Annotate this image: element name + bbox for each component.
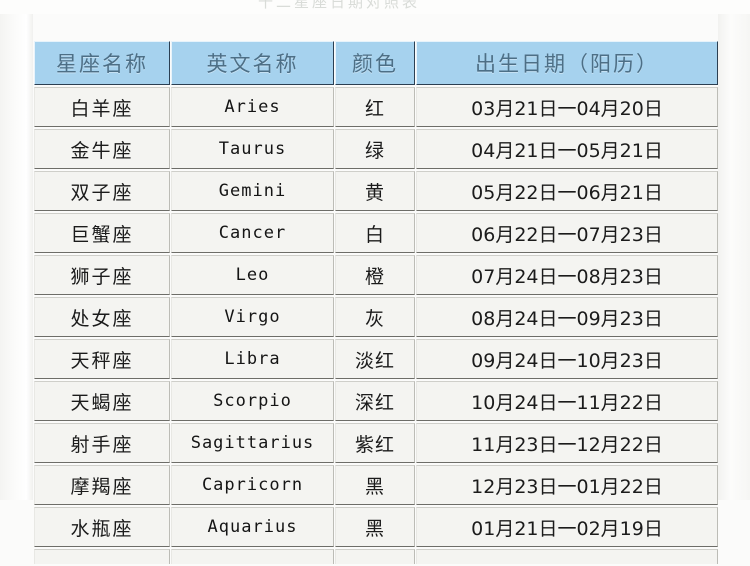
- clipped-title-text: 十二星座日期对照表: [258, 0, 421, 11]
- cell-clipped: [416, 549, 718, 564]
- cell-color: 黄: [335, 171, 415, 211]
- table-row: 处女座 Virgo 灰 08月24日一09月23日: [34, 297, 718, 337]
- table-row: 巨蟹座 Cancer 白 06月22日一07月23日: [34, 213, 718, 253]
- cell-cn-name: 金牛座: [34, 129, 170, 169]
- table-row: 金牛座 Taurus 绿 04月21日一05月21日: [34, 129, 718, 169]
- table-row: 水瓶座 Aquarius 黑 01月21日一02月19日: [34, 507, 718, 547]
- cell-en-name: Aries: [171, 87, 334, 127]
- cell-color: 橙: [335, 255, 415, 295]
- table-row: 狮子座 Leo 橙 07月24日一08月23日: [34, 255, 718, 295]
- cell-en-name: Sagittarius: [171, 423, 334, 463]
- cell-date-range: 12月23日一01月22日: [416, 465, 718, 505]
- cell-date-range: 03月21日一04月20日: [416, 87, 718, 127]
- table-body: 白羊座 Aries 红 03月21日一04月20日 金牛座 Taurus 绿 04月21日一0…: [34, 87, 718, 564]
- cell-en-name: Scorpio: [171, 381, 334, 421]
- table-row: 天秤座 Libra 淡红 09月24日一10月23日: [34, 339, 718, 379]
- cell-color: 绿: [335, 129, 415, 169]
- table-row: 摩羯座 Capricorn 黑 12月23日一01月22日: [34, 465, 718, 505]
- table-header-row: 星座名称 英文名称 颜色 出生日期（阳历）: [34, 41, 718, 85]
- column-header-en-name: 英文名称: [171, 41, 334, 85]
- cell-date-range: 11月23日一12月22日: [416, 423, 718, 463]
- cell-clipped: [335, 549, 415, 564]
- column-header-cn-name: 星座名称: [34, 41, 170, 85]
- table-row: 白羊座 Aries 红 03月21日一04月20日: [34, 87, 718, 127]
- cell-date-range: 05月22日一06月21日: [416, 171, 718, 211]
- cell-color: 红: [335, 87, 415, 127]
- cell-en-name: Gemini: [171, 171, 334, 211]
- column-header-color: 颜色: [335, 41, 415, 85]
- cell-color: 淡红: [335, 339, 415, 379]
- table-row: 双子座 Gemini 黄 05月22日一06月21日: [34, 171, 718, 211]
- cell-color: 黑: [335, 465, 415, 505]
- cell-clipped: [171, 549, 334, 564]
- cell-color: 深红: [335, 381, 415, 421]
- cell-en-name: Virgo: [171, 297, 334, 337]
- cell-date-range: 07月24日一08月23日: [416, 255, 718, 295]
- cell-en-name: Leo: [171, 255, 334, 295]
- column-header-date-range: 出生日期（阳历）: [416, 41, 718, 85]
- clipped-title-strip: 十二星座日期对照表: [0, 0, 750, 14]
- cell-cn-name: 处女座: [34, 297, 170, 337]
- cell-cn-name: 白羊座: [34, 87, 170, 127]
- cell-color: 紫红: [335, 423, 415, 463]
- cell-en-name: Aquarius: [171, 507, 334, 547]
- cell-date-range: 10月24日一11月22日: [416, 381, 718, 421]
- cell-date-range: 06月22日一07月23日: [416, 213, 718, 253]
- cell-en-name: Capricorn: [171, 465, 334, 505]
- table-row: 射手座 Sagittarius 紫红 11月23日一12月22日: [34, 423, 718, 463]
- cell-cn-name: 天秤座: [34, 339, 170, 379]
- table-row-clipped: [34, 549, 718, 564]
- zodiac-date-table: 星座名称 英文名称 颜色 出生日期（阳历） 白羊座 Aries 红 03月21日一04…: [33, 39, 719, 566]
- page-right-margin: [718, 0, 750, 500]
- cell-clipped: [34, 549, 170, 564]
- cell-color: 白: [335, 213, 415, 253]
- cell-cn-name: 水瓶座: [34, 507, 170, 547]
- cell-cn-name: 狮子座: [34, 255, 170, 295]
- cell-cn-name: 双子座: [34, 171, 170, 211]
- cell-en-name: Cancer: [171, 213, 334, 253]
- cell-color: 灰: [335, 297, 415, 337]
- table-header: 星座名称 英文名称 颜色 出生日期（阳历）: [34, 41, 718, 85]
- cell-cn-name: 摩羯座: [34, 465, 170, 505]
- page-left-margin: [0, 0, 33, 500]
- cell-en-name: Taurus: [171, 129, 334, 169]
- cell-en-name: Libra: [171, 339, 334, 379]
- cell-color: 黑: [335, 507, 415, 547]
- table-row: 天蝎座 Scorpio 深红 10月24日一11月22日: [34, 381, 718, 421]
- cell-date-range: 04月21日一05月21日: [416, 129, 718, 169]
- cell-cn-name: 射手座: [34, 423, 170, 463]
- cell-date-range: 09月24日一10月23日: [416, 339, 718, 379]
- cell-date-range: 01月21日一02月19日: [416, 507, 718, 547]
- cell-cn-name: 巨蟹座: [34, 213, 170, 253]
- cell-date-range: 08月24日一09月23日: [416, 297, 718, 337]
- cell-cn-name: 天蝎座: [34, 381, 170, 421]
- table-container: 星座名称 英文名称 颜色 出生日期（阳历） 白羊座 Aries 红 03月21日一04…: [33, 39, 718, 566]
